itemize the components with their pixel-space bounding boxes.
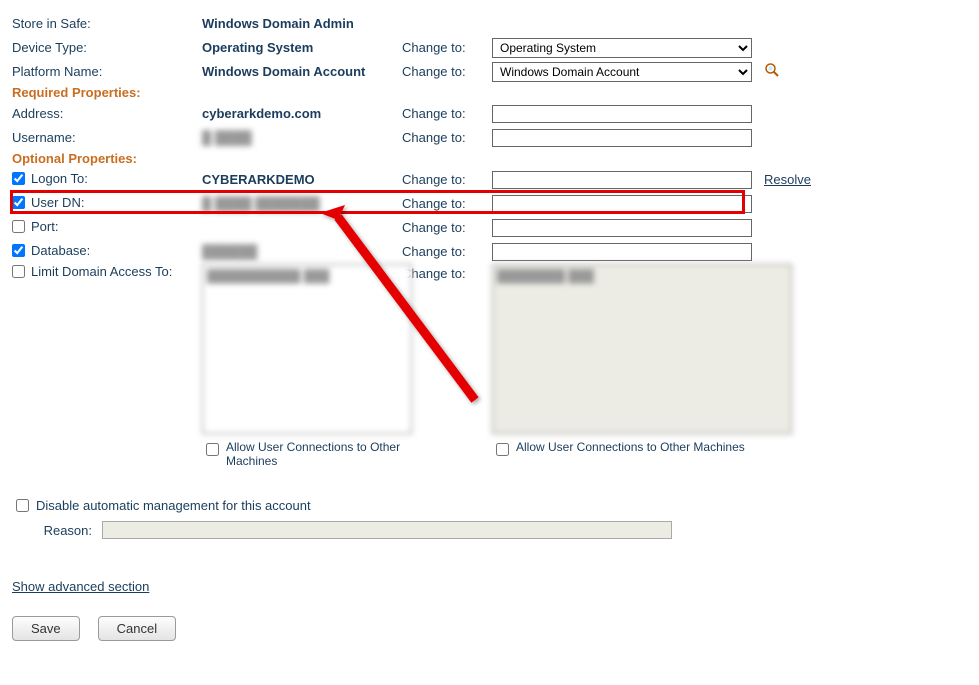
device-type-value: Operating System xyxy=(202,40,402,55)
user-dn-value: █ ████ ███████ xyxy=(202,196,402,211)
allow-connections-left-checkbox[interactable] xyxy=(206,443,219,456)
reason-input[interactable] xyxy=(102,521,672,539)
limit-domain-input-area[interactable]: ████████ ███ xyxy=(492,264,792,434)
resolve-link[interactable]: Resolve xyxy=(764,172,811,187)
limit-domain-change-label: Change to: xyxy=(402,264,492,281)
limit-domain-checkbox[interactable] xyxy=(12,265,25,278)
address-label: Address: xyxy=(12,106,202,121)
platform-name-value: Windows Domain Account xyxy=(202,64,402,79)
limit-domain-value-area: ███████████ ███ xyxy=(202,264,412,434)
logon-to-change-label: Change to: xyxy=(402,172,492,187)
platform-name-change-label: Change to: xyxy=(402,64,492,79)
username-change-label: Change to: xyxy=(402,130,492,145)
username-input[interactable] xyxy=(492,129,752,147)
show-advanced-link[interactable]: Show advanced section xyxy=(12,579,149,594)
port-change-label: Change to: xyxy=(402,220,492,235)
database-input[interactable] xyxy=(492,243,752,261)
logon-to-value: CYBERARKDEMO xyxy=(202,172,402,187)
limit-domain-label: Limit Domain Access To: xyxy=(31,264,172,279)
device-type-change-label: Change to: xyxy=(402,40,492,55)
username-label: Username: xyxy=(12,130,202,145)
address-input[interactable] xyxy=(492,105,752,123)
store-in-safe-value: Windows Domain Admin xyxy=(202,16,402,31)
database-checkbox[interactable] xyxy=(12,244,25,257)
allow-connections-left-label: Allow User Connections to Other Machines xyxy=(226,440,412,468)
allow-connections-right-checkbox[interactable] xyxy=(496,443,509,456)
optional-properties-header: Optional Properties: xyxy=(12,151,967,166)
database-value: ██████ xyxy=(202,244,402,259)
disable-auto-label: Disable automatic management for this ac… xyxy=(36,498,311,513)
database-change-label: Change to: xyxy=(402,244,492,259)
address-value: cyberarkdemo.com xyxy=(202,106,402,121)
disable-auto-checkbox[interactable] xyxy=(16,499,29,512)
save-button[interactable]: Save xyxy=(12,616,80,641)
logon-to-checkbox[interactable] xyxy=(12,172,25,185)
device-type-select[interactable]: Operating System xyxy=(492,38,752,58)
store-in-safe-label: Store in Safe: xyxy=(12,16,202,31)
user-dn-label: User DN: xyxy=(31,195,84,210)
port-input[interactable] xyxy=(492,219,752,237)
logon-to-label: Logon To: xyxy=(31,171,88,186)
address-change-label: Change to: xyxy=(402,106,492,121)
logon-to-input[interactable] xyxy=(492,171,752,189)
port-label: Port: xyxy=(31,219,58,234)
platform-name-select[interactable]: Windows Domain Account xyxy=(492,62,752,82)
platform-name-label: Platform Name: xyxy=(12,64,202,79)
port-checkbox[interactable] xyxy=(12,220,25,233)
username-value: █ ████ xyxy=(202,130,402,145)
user-dn-checkbox[interactable] xyxy=(12,196,25,209)
allow-connections-right-label: Allow User Connections to Other Machines xyxy=(516,440,745,454)
device-type-label: Device Type: xyxy=(12,40,202,55)
required-properties-header: Required Properties: xyxy=(12,85,967,100)
user-dn-input[interactable] xyxy=(492,195,752,213)
database-label: Database: xyxy=(31,243,90,258)
cancel-button[interactable]: Cancel xyxy=(98,616,176,641)
reason-label: Reason: xyxy=(12,523,102,538)
magnify-icon[interactable] xyxy=(764,62,780,78)
user-dn-change-label: Change to: xyxy=(402,196,492,211)
